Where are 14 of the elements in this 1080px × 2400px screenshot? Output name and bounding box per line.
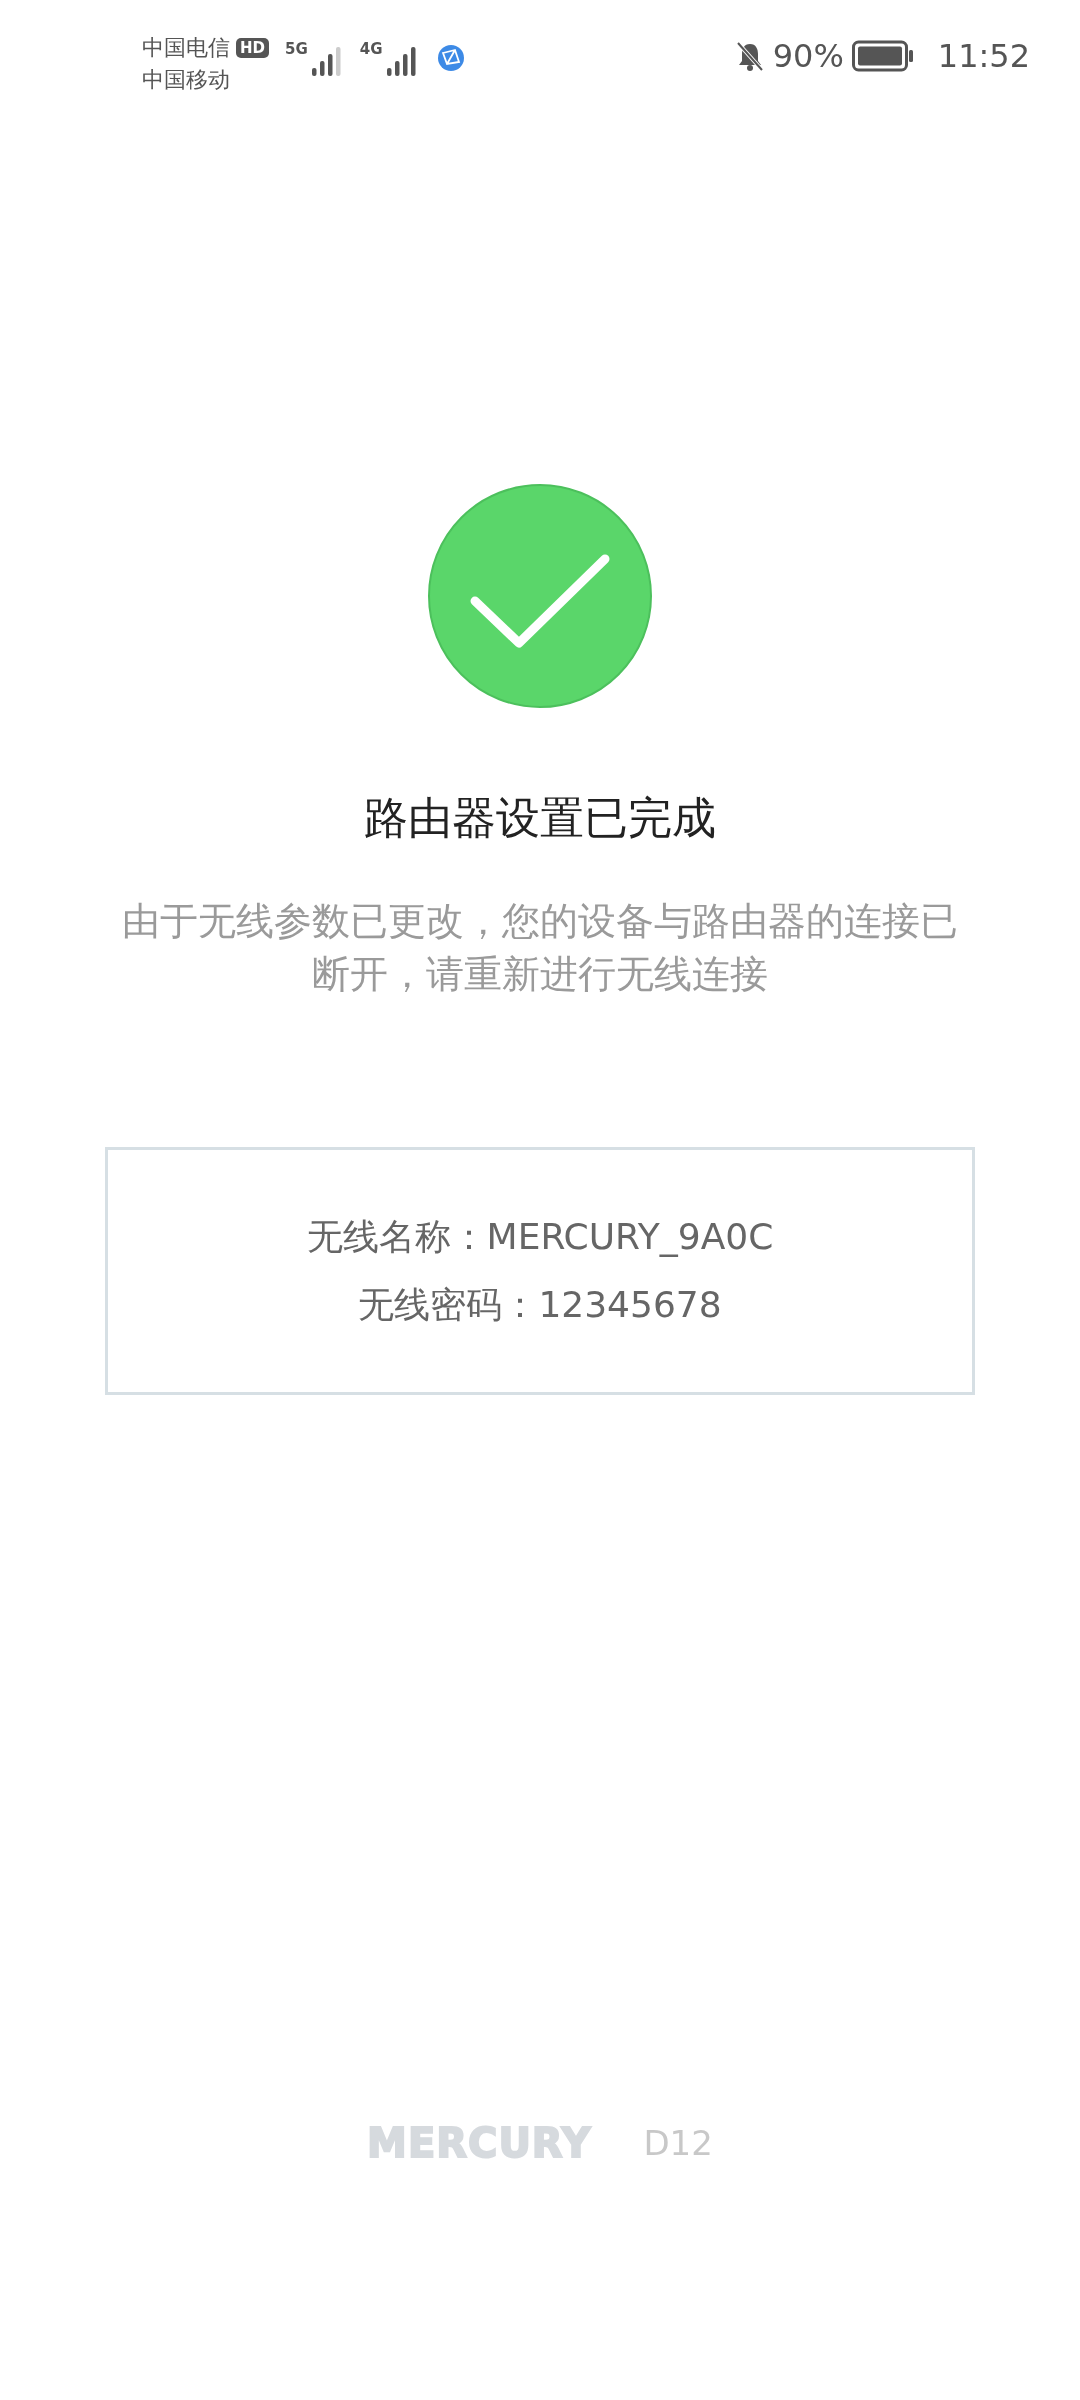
clock: 11:52 [937, 36, 1030, 77]
battery-percent: 90% [772, 36, 844, 77]
result-message: 由于无线参数已更改，您的设备与路由器的连接已断开，请重新进行无线连接 [121, 898, 959, 998]
checkmark-icon [427, 483, 653, 709]
carrier-name: 中国移动 [142, 66, 230, 94]
carrier-name: 中国电信 [142, 34, 230, 62]
wifi-info-line: 无线名称：MERCURY_9A0C [306, 1215, 774, 1259]
muted-bell-icon [734, 40, 765, 72]
network-type: 4G [359, 39, 383, 60]
hd-badge: HD [236, 38, 269, 58]
result-title: 路由器设置已完成 [364, 791, 716, 845]
network-type: 5G [285, 39, 308, 60]
wifi-info-line: 无线密码：12345678 [358, 1283, 722, 1327]
battery-icon [851, 40, 914, 72]
